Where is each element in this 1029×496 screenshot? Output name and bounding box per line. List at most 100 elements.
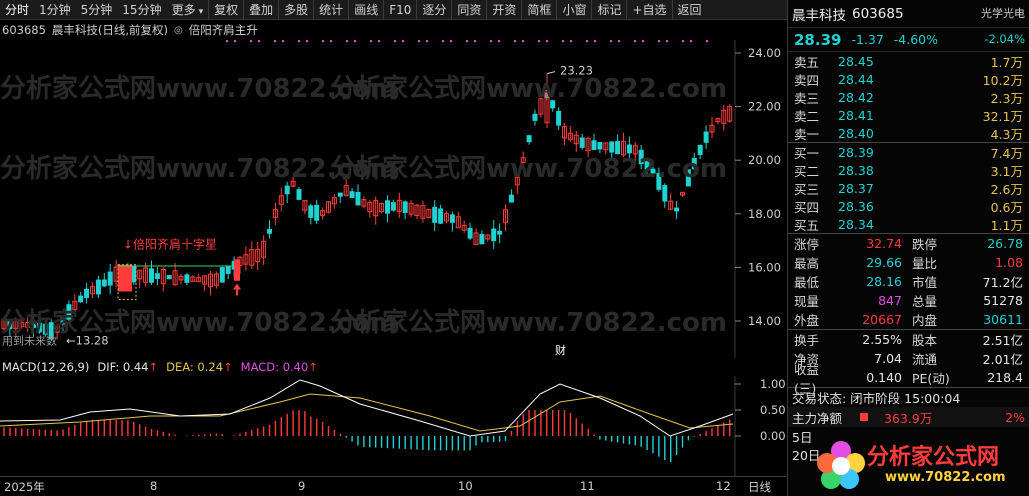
multi-stock-button[interactable]: 多股: [278, 0, 313, 20]
last-price: 28.39: [794, 30, 842, 49]
stock-name: 晨丰科技: [792, 7, 846, 24]
add-watchlist-button[interactable]: +自选: [626, 0, 671, 20]
stat-label: 量比: [912, 256, 938, 271]
stats-button[interactable]: 统计: [313, 0, 348, 20]
signal-dot: [450, 40, 452, 42]
industry-block[interactable]: 光学光电: [965, 7, 1025, 20]
stats-block-2: 换手 2.55% 股本 2.51亿 净资 7.04 流通 2.01亿 收益(三) 0.140 PE(…: [788, 330, 1029, 396]
back-button[interactable]: 返回: [671, 0, 707, 20]
candle: [225, 266, 231, 274]
formula-name[interactable]: 倍阳齐肩主升: [189, 22, 258, 38]
book-price: 28.41: [838, 107, 874, 123]
f10-button[interactable]: F10: [383, 0, 416, 20]
candle: [656, 173, 662, 190]
stat-value: 847: [878, 293, 902, 308]
stat-label: 换手: [794, 333, 820, 348]
tab-5min[interactable]: 5分钟: [76, 0, 118, 20]
macd-chart[interactable]: 1.00 0.50 0.00: [0, 376, 786, 476]
adjust-button[interactable]: 复权: [208, 0, 243, 20]
x-axis-unit: 日线: [748, 480, 771, 494]
signal-dot: [570, 40, 572, 42]
candle: [550, 100, 556, 109]
overlay-button[interactable]: 叠加: [243, 0, 278, 20]
main-flow-row[interactable]: 主力净额 363.9万 2%: [788, 407, 1029, 427]
signal-dot: [298, 40, 300, 42]
book-row[interactable]: 卖二 28.41 32.1万: [788, 106, 1029, 124]
macd-name[interactable]: MACD(12,26,9): [2, 360, 89, 374]
candle: [349, 191, 355, 198]
more-menu[interactable]: 更多 ▾: [167, 0, 209, 20]
book-row[interactable]: 卖三 28.42 2.3万: [788, 88, 1029, 106]
candle: [650, 168, 656, 174]
candle: [597, 141, 603, 150]
book-row[interactable]: 卖四 28.44 10.2万: [788, 70, 1029, 88]
book-row[interactable]: 卖一 28.40 4.3万: [788, 124, 1029, 142]
book-row[interactable]: 买一 28.39 7.4万: [788, 143, 1029, 161]
book-row[interactable]: 买二 28.38 3.1万: [788, 161, 1029, 179]
signal-dot: [474, 40, 476, 42]
main-flow-amount: 363.9万: [884, 410, 933, 426]
macd-y-label: 1.00: [760, 377, 786, 391]
same-fund-button[interactable]: 同资: [451, 0, 486, 20]
logo-text: 分析家公式网: [867, 444, 1000, 470]
mini-window-button[interactable]: 小窗: [556, 0, 591, 20]
draw-line-button[interactable]: 画线: [348, 0, 383, 20]
y-axis-label: 14.00: [748, 314, 781, 328]
dea-value: 0.24: [197, 360, 224, 374]
candle: [508, 194, 514, 203]
stat-row: 收益(三) 0.140 PE(动) 218.4: [788, 362, 1029, 396]
signal-candle: [234, 259, 240, 281]
tick-button[interactable]: 逐分: [416, 0, 451, 20]
candle: [609, 141, 615, 153]
candle: [219, 267, 225, 283]
tab-1min[interactable]: 1分钟: [34, 0, 76, 20]
book-volume: 2.6万: [990, 181, 1023, 197]
quote-header: 晨丰科技 603685 光学光电: [788, 0, 1029, 28]
mark-button[interactable]: 标记: [591, 0, 626, 20]
tab-intraday[interactable]: 分时: [0, 0, 34, 20]
book-price: 28.45: [838, 53, 874, 69]
candle: [402, 201, 408, 213]
stat-row: 现量 847 总量 51278: [788, 291, 1029, 310]
simple-frame-button[interactable]: 简框: [521, 0, 556, 20]
signal-dot: [354, 40, 356, 42]
candle: [296, 189, 302, 200]
book-row[interactable]: 卖五 28.45 1.7万: [788, 52, 1029, 70]
trading-window: 分时 1分钟 5分钟 15分钟 更多 ▾ 复权 叠加 多股 统计 画线 F10 逐…: [0, 0, 1029, 496]
candle: [31, 323, 36, 329]
candlestick-chart[interactable]: 24.00 22.00 20.00 18.00 16.00 14.00 ↓倍阳齐肩十字星 23…: [0, 40, 786, 358]
candle: [662, 185, 668, 202]
x-label: 10: [458, 479, 473, 493]
site-logo: 分析家公式网 www.70822.com: [815, 437, 1025, 493]
signal-dot: [426, 40, 428, 42]
signal-dot: [586, 40, 588, 42]
stat-value: 32.74: [866, 236, 902, 251]
signal-dot: [274, 40, 276, 42]
tab-15min[interactable]: 15分钟: [117, 0, 166, 20]
flower-logo-icon: [817, 441, 865, 489]
dif-value: 0.44: [122, 360, 149, 374]
book-row[interactable]: 买四 28.36 0.6万: [788, 197, 1029, 215]
chevron-down-icon[interactable]: ◎: [174, 25, 183, 36]
candle: [674, 207, 680, 212]
more-label: 更多: [171, 2, 196, 17]
book-row[interactable]: 买三 28.37 2.6万: [788, 179, 1029, 197]
book-row[interactable]: 买五 28.34 1.1万: [788, 215, 1029, 233]
book-volume: 32.1万: [982, 108, 1023, 124]
candle: [60, 315, 66, 325]
signal-dot: [546, 40, 548, 42]
book-price: 28.42: [838, 89, 874, 105]
signal-dot: [370, 40, 372, 42]
low-label: ←13.28: [66, 333, 109, 347]
high-label: 23.23: [560, 64, 593, 78]
candle: [267, 229, 272, 234]
candle: [66, 304, 72, 320]
logo-url: www.70822.com: [885, 469, 1006, 485]
open-fund-button[interactable]: 开资: [486, 0, 521, 20]
signal-candle: [118, 264, 132, 292]
signal-dot: [322, 40, 324, 42]
signal-dot: [658, 40, 660, 42]
stat-label: 最高: [794, 256, 820, 271]
stat-label: 最低: [794, 275, 820, 290]
candle: [591, 140, 597, 150]
